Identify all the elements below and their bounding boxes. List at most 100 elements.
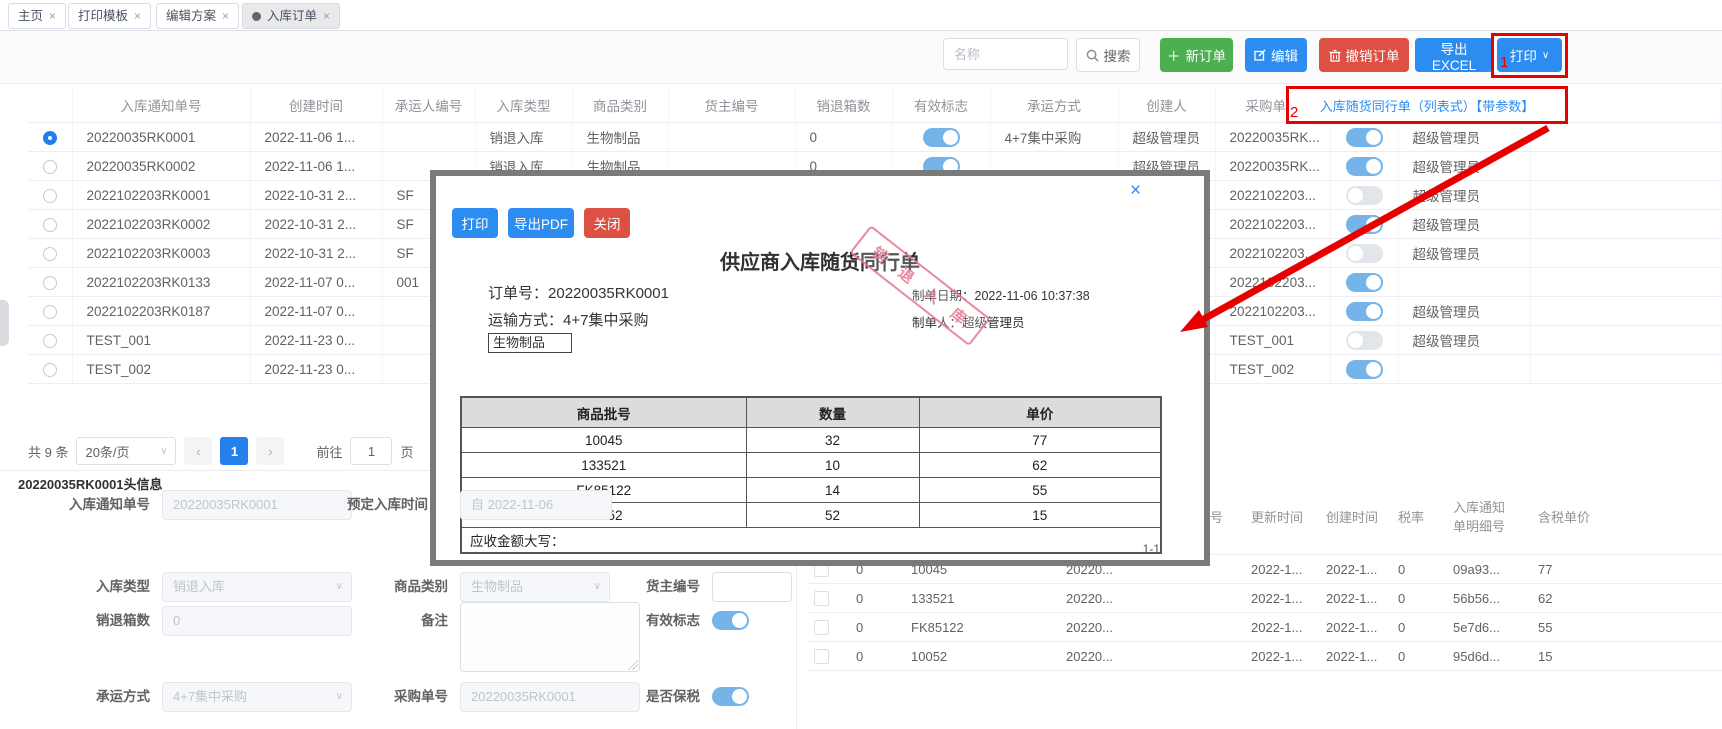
cell-updater: 超级管理员 [1398,209,1531,239]
row-radio[interactable] [42,304,57,319]
doc-cell: 10045 [460,427,747,453]
detail-cell-c3 [1000,641,1060,671]
detail-row[interactable]: 0 10052 20220... 2022-1... 2022-1... 0 95d6d..… [808,641,1722,671]
sidebar-collapse-handle[interactable] [0,300,9,346]
tab-close-icon[interactable]: × [222,4,229,28]
detail-cell-owner-no [1165,583,1245,613]
row-toggle[interactable] [1345,301,1383,321]
row-toggle[interactable] [1345,185,1383,205]
tab-edit-scheme[interactable]: 编辑方案 × [156,3,240,29]
row-radio[interactable] [42,188,57,203]
tab-close-icon[interactable]: × [49,4,56,28]
next-page-button[interactable]: › [256,437,285,465]
prev-page-button[interactable]: ‹ [184,437,213,465]
row-toggle[interactable] [1345,272,1383,292]
row-checkbox[interactable] [814,620,829,636]
page-1-button[interactable]: 1 [220,437,249,465]
detail-row[interactable]: 0 FK85122 20220... 2022-1... 2022-1... 0 5e7d6… [808,612,1722,642]
row-toggle[interactable] [1345,243,1383,263]
valid-flag-toggle[interactable] [922,127,960,147]
flag2-cell [1330,122,1399,152]
new-order-label: 新订单 [1185,49,1227,64]
detail-cell-price: 55 [1532,612,1722,642]
cell-create-time: 2022-11-06 1... [250,122,383,152]
radio-cell [28,151,73,181]
carry-mode-select[interactable]: 4+7集中采购 ∨ [162,682,352,712]
detail-cell-detail-no: 09a93... [1447,554,1532,584]
plan-time-field[interactable]: 自 2022-11-06 [460,490,612,520]
tab-close-icon[interactable]: × [134,4,141,28]
modal-export-pdf-button[interactable]: 导出PDF [508,208,574,238]
row-radio[interactable] [42,333,57,348]
flag2-cell [1330,151,1399,181]
category-value: 生物制品 [471,579,524,594]
doc-column-header: 单价 [918,396,1162,428]
in-type-select[interactable]: 销退入库 ∨ [162,572,352,602]
tab-home[interactable]: 主页 × [8,3,67,29]
chevron-down-icon: ∨ [160,445,168,457]
cell-purchase-no: 20220035RK... [1215,122,1331,152]
column-header: 承运方式 [990,88,1119,123]
row-toggle[interactable] [1345,330,1383,350]
row-radio[interactable] [42,246,57,261]
row-toggle[interactable] [1345,359,1383,379]
row-toggle[interactable] [1345,156,1383,176]
valid-flag-toggle[interactable] [712,611,749,630]
detail-cell-updated: 2022-1... [1245,583,1320,613]
doc-items-table: 商品批号数量单价 1004532771335211062FK8512214551… [460,396,1162,554]
doc-cell: 52 [745,502,920,528]
doc-transport: 运输方式：4+7集中采购 [488,312,649,329]
column-header: 有效标志 [892,88,991,123]
row-checkbox[interactable] [814,649,829,665]
row-radio[interactable] [42,217,57,232]
edit-label: 编辑 [1271,49,1298,64]
new-order-button[interactable]: ＋ 新订单 [1160,38,1233,72]
tab-close-icon[interactable]: × [323,4,330,28]
doc-cell: 15 [918,502,1162,528]
detail-cell-detail-no: 5e7d6... [1447,612,1532,642]
tab-print-template[interactable]: 打印模板 × [68,3,152,29]
search-button[interactable]: 搜索 [1076,38,1140,72]
page-size-select[interactable]: 20条/页 ∨ [76,437,177,465]
cell-notify-no: TEST_001 [72,325,251,355]
detail-row[interactable]: 0 133521 20220... 2022-1... 2022-1... 0 56b56.… [808,583,1722,613]
bonded-toggle[interactable] [712,687,749,706]
owner-no-input[interactable] [712,572,792,602]
row-radio[interactable] [42,159,57,174]
goto-page-input[interactable] [350,437,393,465]
radio-cell [28,238,73,268]
row-radio[interactable] [42,275,57,290]
modal-close-button[interactable]: 关闭 [584,208,630,238]
tab-bar: 主页 × 打印模板 × 编辑方案 × 入库订单 × [0,0,1722,31]
doc-cell: 32 [745,427,920,453]
cancel-order-button[interactable]: 撤销订单 [1319,38,1409,72]
cell-create-time: 2022-10-31 2... [250,180,383,210]
radio-cell [28,296,73,326]
search-input[interactable] [943,38,1068,70]
in-type-label: 入库类型 [96,579,150,594]
modal-print-button[interactable]: 打印 [452,208,498,238]
row-radio[interactable] [42,362,57,377]
cell-creator: 超级管理员 [1118,122,1216,152]
table-row[interactable]: 20220035RK0001 2022-11-06 1... 销退入库 生物制品 0 4+… [28,122,1722,152]
cell-updater: 超级管理员 [1398,296,1531,326]
close-icon[interactable]: × [1130,180,1141,202]
tab-label: 打印模板 [78,9,129,23]
cell-create-time: 2022-11-23 0... [250,354,383,384]
dropdown-item-list-style-report[interactable]: 入库随货同行单（列表式）【带参数】 [1286,86,1568,124]
cell-filler [1530,180,1722,210]
doc-cell: 10 [745,452,920,478]
edit-button[interactable]: 编辑 [1245,38,1307,72]
row-toggle[interactable] [1345,127,1383,147]
detail-cell-price: 77 [1532,554,1722,584]
row-checkbox[interactable] [814,591,829,607]
doc-header-row: 商品批号 数量 单价 [460,396,1162,428]
row-toggle[interactable] [1345,214,1383,234]
tab-inbound-order[interactable]: 入库订单 × [242,3,341,29]
resize-grip[interactable] [628,660,638,670]
tab-label: 编辑方案 [166,9,217,23]
return-boxes-field[interactable]: 0 [162,606,352,636]
row-radio[interactable] [42,130,57,145]
export-excel-button[interactable]: 导出EXCEL [1415,38,1493,73]
detail-cell-num: 0 [850,612,905,642]
